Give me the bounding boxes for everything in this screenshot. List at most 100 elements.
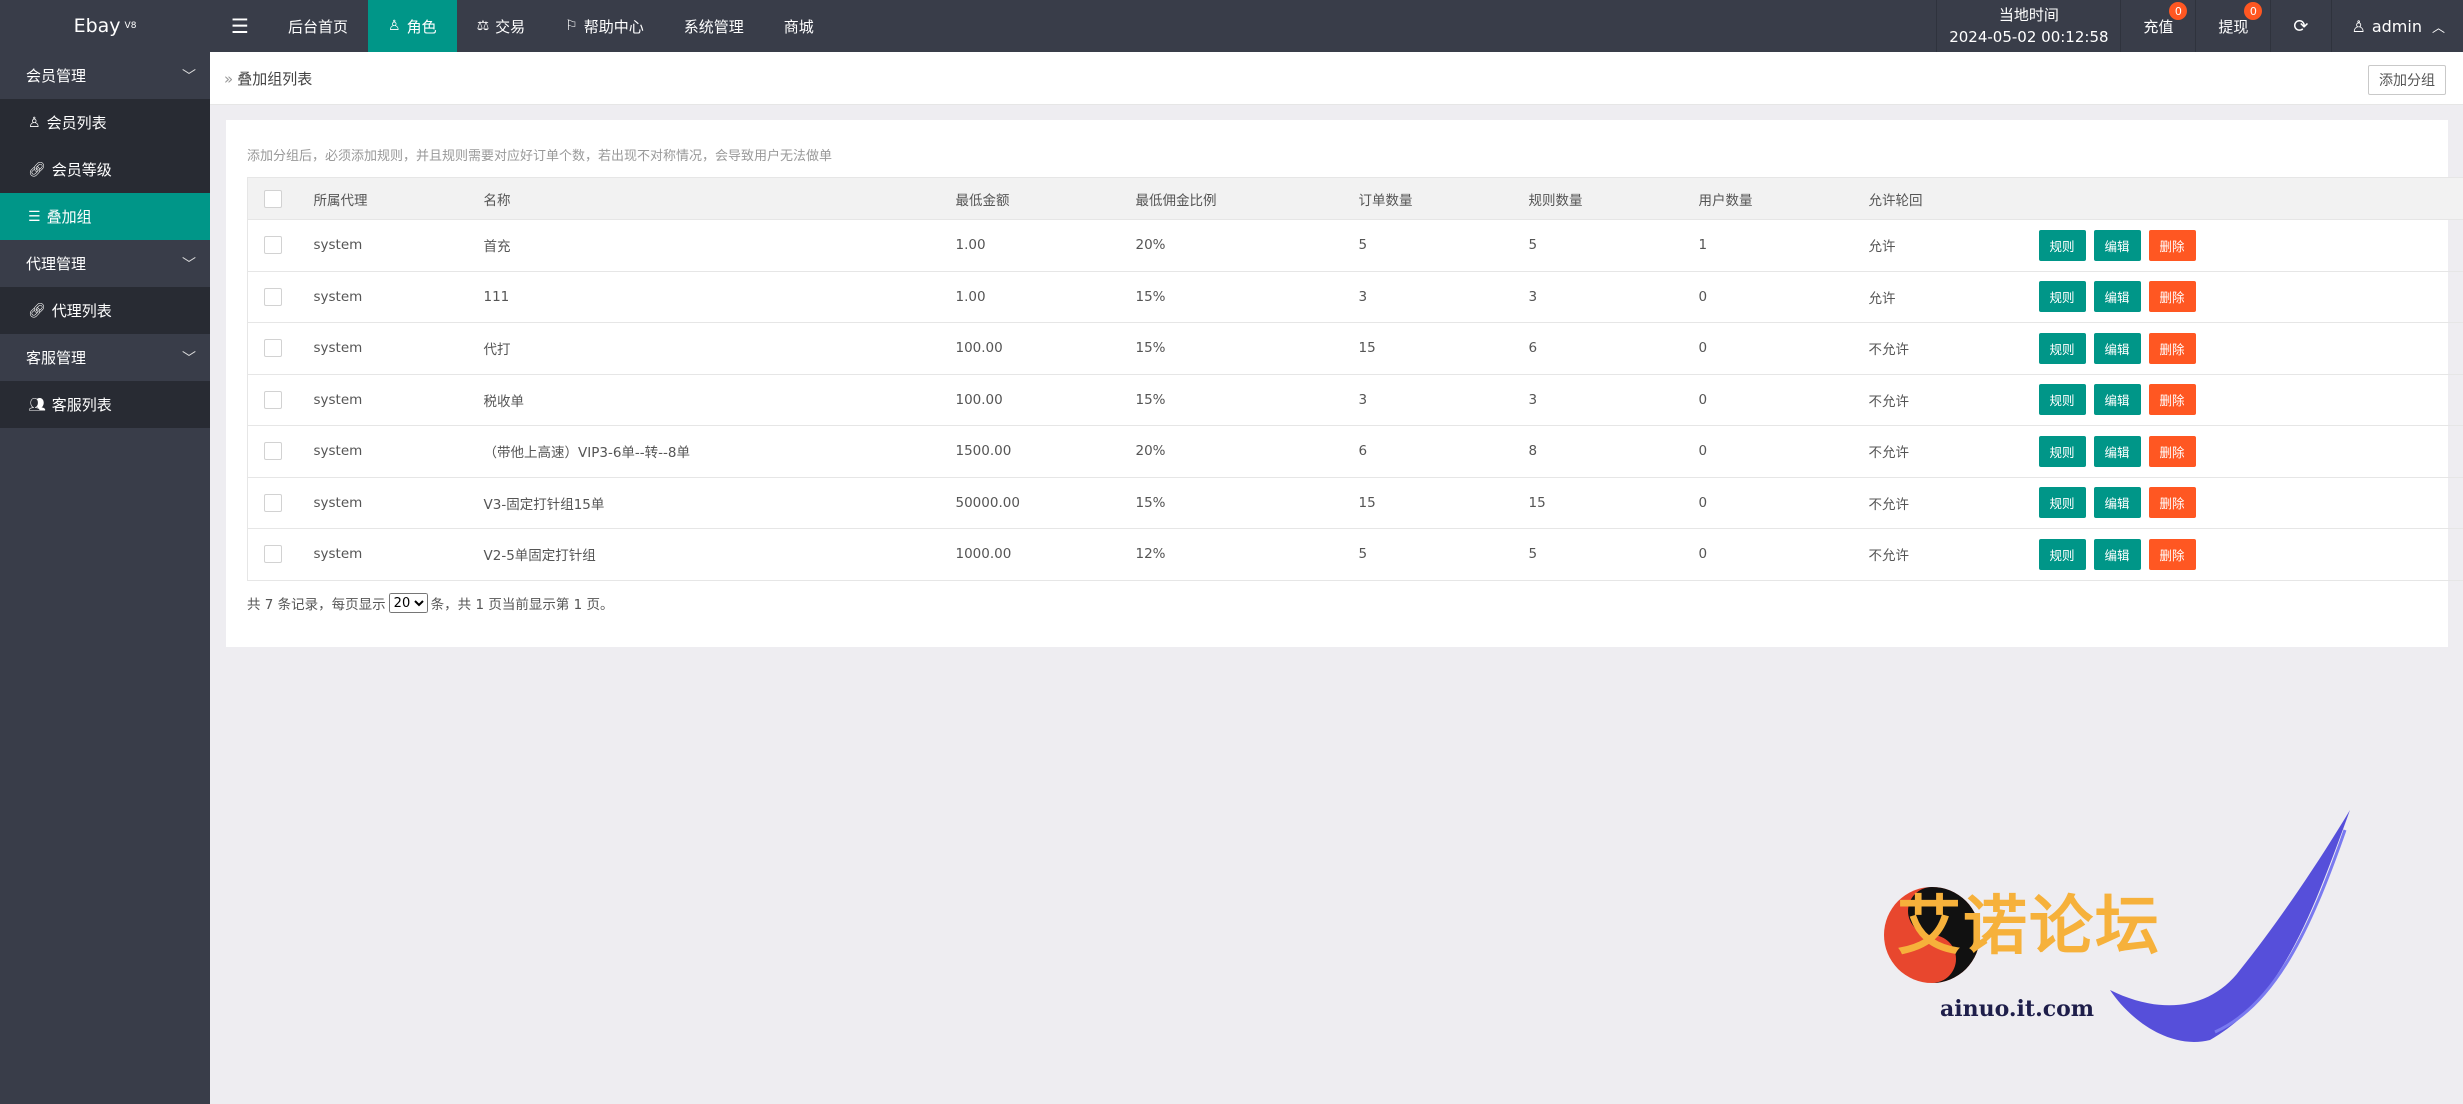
row-checkbox[interactable] <box>264 287 282 306</box>
row-select-cell[interactable] <box>247 271 314 323</box>
sidebar-item-member-list[interactable]: ♙ 会员列表 <box>0 99 210 146</box>
row-checkbox[interactable] <box>264 236 282 255</box>
edit-button[interactable]: 编辑 <box>2093 435 2141 467</box>
flag-icon: ⚐ <box>565 18 578 34</box>
refresh-icon[interactable]: ⟳ <box>2270 0 2330 52</box>
table-row: system 111 1.00 15% 3 3 0 允许 规则 编辑 删除 <box>247 271 2463 323</box>
table-cell: 3 <box>1358 271 1529 323</box>
local-time: 当地时间 2024-05-02 00:12:58 <box>1936 0 2120 52</box>
table-cell: 50000.00 <box>955 477 1136 529</box>
row-select-cell[interactable] <box>247 322 314 375</box>
table-cell: system <box>313 528 484 581</box>
sidebar-item-member-level[interactable]: 🔗︎ 会员等级 <box>0 146 210 193</box>
row-select-cell[interactable] <box>247 528 314 581</box>
recharge-badge: 0 <box>2169 2 2188 20</box>
sidebar-item-label: 会员列表 <box>46 114 107 132</box>
column-header: 允许轮回 <box>1868 177 2039 220</box>
withdraw-button[interactable]: 提现 0 <box>2195 0 2270 52</box>
table-cell: 5 <box>1358 528 1529 581</box>
edit-button[interactable]: 编辑 <box>2093 281 2141 313</box>
table-cell: 20% <box>1135 425 1359 478</box>
table-cell: （带他上高速）VIP3-6单--转--8单 <box>483 425 956 478</box>
user-menu[interactable]: ♙ admin ︿ <box>2330 0 2463 52</box>
row-checkbox[interactable] <box>264 442 282 461</box>
delete-button[interactable]: 删除 <box>2148 281 2196 313</box>
rule-button[interactable]: 规则 <box>2038 487 2086 519</box>
table-cell: 15 <box>1358 477 1529 529</box>
row-actions: 规则 编辑 删除 <box>2038 528 2463 581</box>
table-cell: 不允许 <box>1868 477 2039 529</box>
sidebar-item-agent-list[interactable]: 🔗︎ 代理列表 <box>0 287 210 334</box>
table-cell: 不允许 <box>1868 322 2039 375</box>
delete-button[interactable]: 删除 <box>2148 538 2196 570</box>
table-cell: V3-固定打针组15单 <box>483 477 956 529</box>
rule-button[interactable]: 规则 <box>2038 538 2086 570</box>
edit-button[interactable]: 编辑 <box>2093 487 2141 519</box>
row-actions: 规则 编辑 删除 <box>2038 374 2463 426</box>
row-select-cell[interactable] <box>247 219 314 272</box>
sidebar-group-label: 代理管理 <box>26 255 87 273</box>
table-cell: system <box>313 477 484 529</box>
table-cell: 15 <box>1528 477 1699 529</box>
nav-item-help[interactable]: ⚐ 帮助中心 <box>545 0 664 52</box>
rule-button[interactable]: 规则 <box>2038 229 2086 261</box>
edit-button[interactable]: 编辑 <box>2093 384 2141 416</box>
nav-label: 后台首页 <box>288 17 349 36</box>
nav-item-system[interactable]: 系统管理 <box>664 0 764 52</box>
row-select-cell[interactable] <box>247 425 314 478</box>
page-size-select[interactable]: 20 <box>388 593 428 613</box>
table-cell: 6 <box>1528 322 1699 375</box>
delete-button[interactable]: 删除 <box>2148 384 2196 416</box>
table-cell: 1500.00 <box>955 425 1136 478</box>
sidebar-item-service-list[interactable]: 👥︎ 客服列表 <box>0 381 210 428</box>
column-header: 规则数量 <box>1528 177 1699 220</box>
nav-item-role[interactable]: ♙ 角色 <box>368 0 457 52</box>
delete-button[interactable]: 删除 <box>2148 332 2196 364</box>
table-cell: 允许 <box>1868 271 2039 323</box>
edit-button[interactable]: 编辑 <box>2093 332 2141 364</box>
row-actions: 规则 编辑 删除 <box>2038 219 2463 272</box>
row-select-cell[interactable] <box>247 477 314 529</box>
recharge-button[interactable]: 充值 0 <box>2120 0 2195 52</box>
add-group-button[interactable]: 添加分组 <box>2368 65 2446 95</box>
rule-button[interactable]: 规则 <box>2038 332 2086 364</box>
sidebar-item-stack-group[interactable]: ☰ 叠加组 <box>0 193 210 240</box>
row-actions: 规则 编辑 删除 <box>2038 271 2463 323</box>
row-checkbox[interactable] <box>264 390 282 409</box>
rule-button[interactable]: 规则 <box>2038 435 2086 467</box>
table-cell: 0 <box>1698 477 1869 529</box>
table-cell: 15% <box>1135 322 1359 375</box>
nav-item-trade[interactable]: ⚖ 交易 <box>457 0 546 52</box>
menu-toggle-icon[interactable]: ☰ <box>215 0 265 52</box>
row-checkbox[interactable] <box>264 339 282 358</box>
table-cell: system <box>313 425 484 478</box>
row-checkbox[interactable] <box>264 545 282 564</box>
table-cell: 0 <box>1698 528 1869 581</box>
sidebar-group-service[interactable]: 客服管理 ﹀ <box>0 334 210 381</box>
row-checkbox[interactable] <box>264 493 282 512</box>
app-logo[interactable]: Ebay V8 <box>0 0 210 52</box>
rule-button[interactable]: 规则 <box>2038 281 2086 313</box>
table-cell: V2-5单固定打针组 <box>483 528 956 581</box>
edit-button[interactable]: 编辑 <box>2093 229 2141 261</box>
nav-item-shop[interactable]: 商城 <box>764 0 834 52</box>
table-cell: 15% <box>1135 477 1359 529</box>
delete-button[interactable]: 删除 <box>2148 229 2196 261</box>
edit-button[interactable]: 编辑 <box>2093 538 2141 570</box>
delete-button[interactable]: 删除 <box>2148 487 2196 519</box>
table-cell: 3 <box>1528 271 1699 323</box>
table-cell: 111 <box>483 271 956 323</box>
table-cell: system <box>313 219 484 272</box>
select-all-checkbox[interactable] <box>264 189 282 208</box>
content-card: 添加分组后，必须添加规则，并且规则需要对应好订单个数，若出现不对称情况，会导致用… <box>226 120 2463 647</box>
table-header-row: 所属代理 名称 最低金额 最低佣金比例 订单数量 规则数量 用户数量 允许轮回 <box>247 177 2463 220</box>
select-all-cell[interactable] <box>247 177 314 220</box>
breadcrumb-bar: » 叠加组列表 添加分组 <box>210 52 2463 105</box>
nav-item-home[interactable]: 后台首页 <box>268 0 368 52</box>
sidebar-group-agents[interactable]: 代理管理 ﹀ <box>0 240 210 287</box>
row-select-cell[interactable] <box>247 374 314 426</box>
delete-button[interactable]: 删除 <box>2148 435 2196 467</box>
sidebar-group-members[interactable]: 会员管理 ﹀ <box>0 52 210 99</box>
row-actions: 规则 编辑 删除 <box>2038 477 2463 529</box>
rule-button[interactable]: 规则 <box>2038 384 2086 416</box>
